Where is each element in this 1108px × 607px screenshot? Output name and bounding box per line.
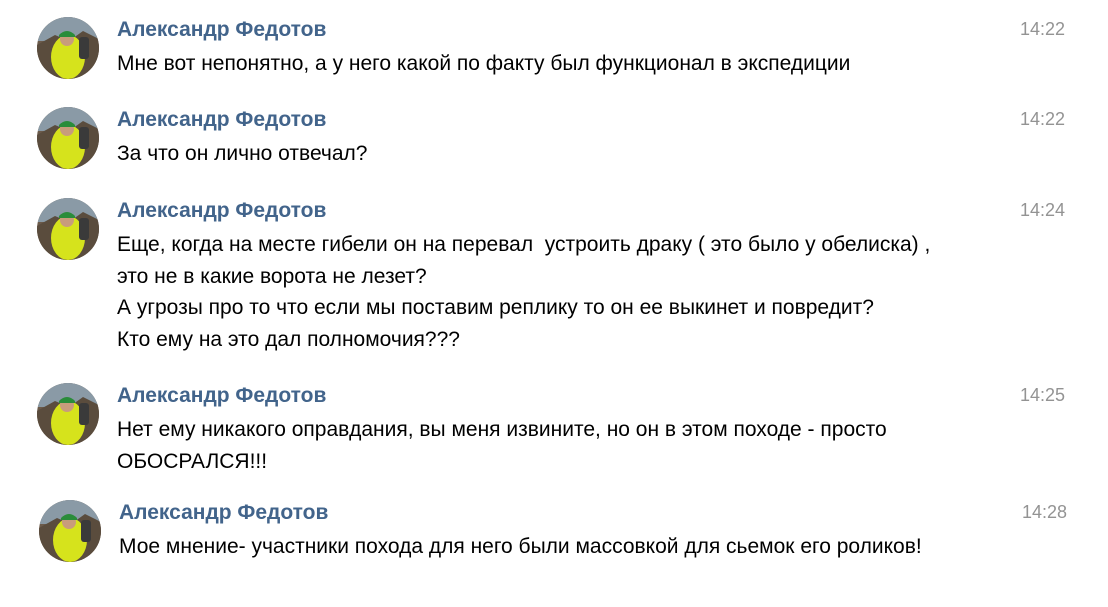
author-name[interactable]: Александр Федотов (119, 500, 328, 526)
message-text: За что он лично отвечал? (117, 138, 1057, 170)
user-avatar-icon (39, 500, 101, 562)
user-avatar-icon (37, 107, 99, 169)
message-line: это не в какие ворота не лезет? (117, 264, 427, 288)
user-avatar-icon (37, 198, 99, 260)
message-timestamp[interactable]: 14:22 (1020, 18, 1065, 40)
avatar[interactable] (39, 500, 101, 562)
author-name[interactable]: Александр Федотов (117, 198, 326, 224)
message-line: Нет ему никакого оправдания, вы меня изв… (117, 418, 887, 441)
user-avatar-icon (37, 17, 99, 79)
message-line: Мое мнение- участники похода для него бы… (119, 535, 922, 558)
message-line: Еще, когда на месте гибели он на перевал… (117, 233, 931, 256)
message-text: Нет ему никакого оправдания, вы меня изв… (117, 414, 1057, 477)
user-avatar-icon (37, 383, 99, 445)
author-name[interactable]: Александр Федотов (117, 107, 326, 133)
avatar[interactable] (37, 107, 99, 169)
message-line: ОБОСРАЛСЯ!!! (117, 449, 268, 473)
message-text: Еще, когда на месте гибели он на перевал… (117, 229, 1057, 355)
message-text: Мое мнение- участники похода для него бы… (119, 531, 1059, 563)
message-line: Мне вот непонятно, а у него какой по фак… (117, 52, 851, 75)
message-line: За что он лично отвечал? (117, 142, 368, 165)
message-text: Мне вот непонятно, а у него какой по фак… (117, 48, 1057, 80)
message-line: А угрозы про то что если мы поставим реп… (117, 296, 874, 319)
message-timestamp[interactable]: 14:28 (1022, 501, 1067, 523)
author-name[interactable]: Александр Федотов (117, 17, 326, 43)
author-name[interactable]: Александр Федотов (117, 383, 326, 409)
message-timestamp[interactable]: 14:25 (1020, 384, 1065, 406)
message-timestamp[interactable]: 14:22 (1020, 108, 1065, 130)
avatar[interactable] (37, 383, 99, 445)
avatar[interactable] (37, 198, 99, 260)
message-line: Кто ему на это дал полномочия??? (117, 327, 460, 351)
message-timestamp[interactable]: 14:24 (1020, 199, 1065, 221)
avatar[interactable] (37, 17, 99, 79)
